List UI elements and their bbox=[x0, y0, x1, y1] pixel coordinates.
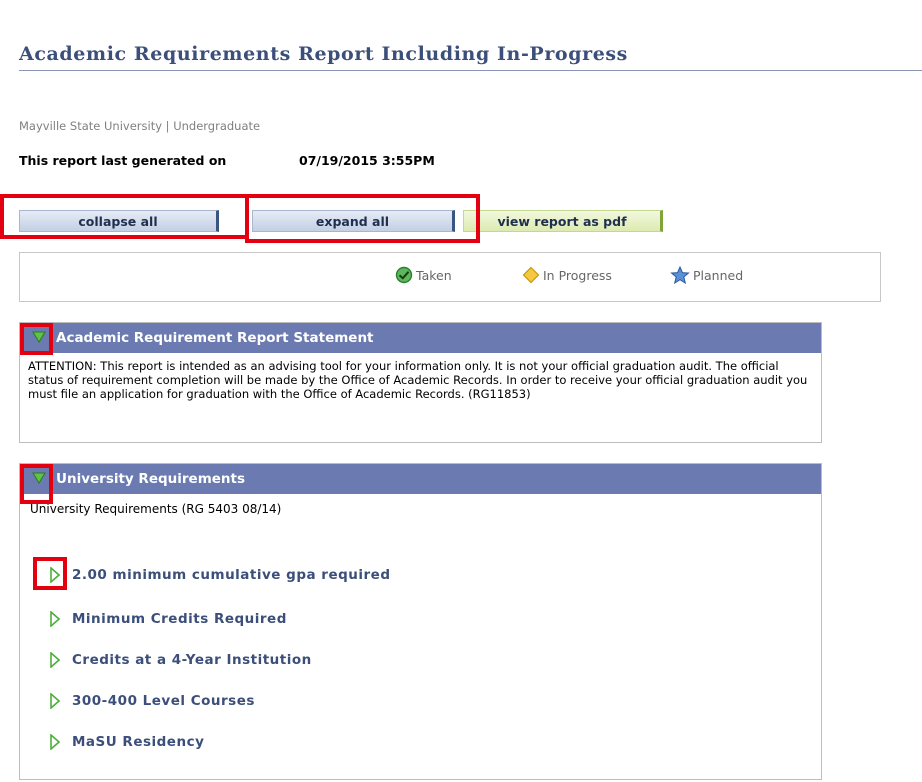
requirement-item-residency[interactable]: MaSU Residency bbox=[50, 734, 204, 750]
star-icon bbox=[670, 266, 690, 284]
university-title: University Requirements bbox=[56, 471, 246, 487]
report-generated-value: 07/19/2015 3:55PM bbox=[299, 153, 435, 168]
collapsed-arrow-icon[interactable] bbox=[50, 611, 60, 627]
highlight-collapse-all bbox=[0, 194, 249, 239]
legend-taken-label: Taken bbox=[416, 267, 452, 283]
highlight-expand-all bbox=[245, 194, 480, 243]
title-divider bbox=[19, 70, 922, 71]
requirement-label[interactable]: 300-400 Level Courses bbox=[72, 693, 255, 709]
legend-planned-label: Planned bbox=[693, 267, 744, 283]
requirement-item-min-credits[interactable]: Minimum Credits Required bbox=[50, 611, 287, 627]
requirement-label[interactable]: Credits at a 4-Year Institution bbox=[72, 652, 312, 668]
institution-career: Mayville State University | Undergraduat… bbox=[19, 119, 261, 133]
requirement-item-4yr-credits[interactable]: Credits at a 4-Year Institution bbox=[50, 652, 312, 668]
requirement-label[interactable]: MaSU Residency bbox=[72, 734, 204, 750]
statement-section: Academic Requirement Report Statement AT… bbox=[19, 322, 822, 443]
page-title: Academic Requirements Report Including I… bbox=[19, 43, 628, 65]
statement-header[interactable]: Academic Requirement Report Statement bbox=[20, 323, 821, 353]
highlight-statement-toggle bbox=[20, 323, 53, 355]
highlight-gpa-arrow bbox=[33, 557, 67, 590]
report-generated-label: This report last generated on bbox=[19, 153, 227, 168]
requirement-label[interactable]: Minimum Credits Required bbox=[72, 611, 287, 627]
collapsed-arrow-icon[interactable] bbox=[50, 734, 60, 750]
legend-in-progress-label: In Progress bbox=[543, 267, 612, 283]
legend-planned: Planned bbox=[670, 266, 743, 284]
statement-text: ATTENTION: This report is intended as an… bbox=[28, 359, 808, 401]
highlight-university-toggle bbox=[20, 464, 53, 504]
university-header[interactable]: University Requirements bbox=[20, 464, 821, 494]
view-report-pdf-button[interactable]: view report as pdf bbox=[463, 210, 663, 232]
requirement-label[interactable]: 2.00 minimum cumulative gpa required bbox=[72, 567, 390, 583]
legend-in-progress: In Progress bbox=[522, 266, 612, 284]
collapsed-arrow-icon[interactable] bbox=[50, 693, 60, 709]
university-subtitle: University Requirements (RG 5403 08/14) bbox=[30, 502, 282, 516]
collapsed-arrow-icon[interactable] bbox=[50, 652, 60, 668]
diamond-icon bbox=[522, 266, 540, 284]
statement-title: Academic Requirement Report Statement bbox=[56, 330, 374, 346]
requirement-item-300-400-courses[interactable]: 300-400 Level Courses bbox=[50, 693, 255, 709]
legend-taken: Taken bbox=[395, 266, 452, 284]
requirement-item-gpa[interactable]: 2.00 minimum cumulative gpa required bbox=[50, 567, 390, 583]
check-circle-icon bbox=[395, 266, 413, 284]
